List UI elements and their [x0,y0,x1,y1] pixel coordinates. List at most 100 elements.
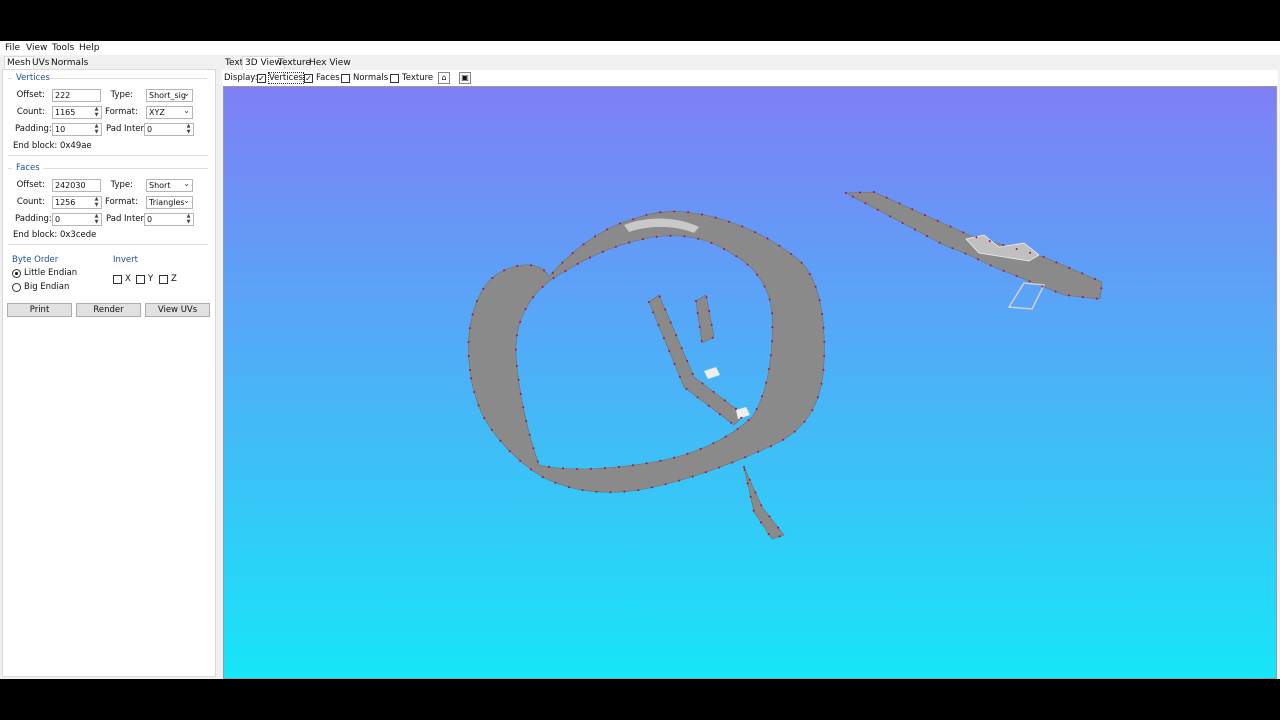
vertex-point [949,225,952,228]
home-icon[interactable]: ⌂ [438,72,450,84]
chevron-down-icon: ⌄ [183,89,190,98]
menu-view[interactable]: View [26,43,47,53]
3d-scene[interactable] [224,87,1277,679]
print-button[interactable]: Print [7,303,72,317]
render-button[interactable]: Render [76,303,141,317]
invert-x-label: X [125,274,131,284]
vertex-point [1041,285,1044,288]
spinner-arrows-icon[interactable]: ▲ ▼ [185,123,192,135]
faces-count-label: Count: [16,197,45,207]
menu-file[interactable]: File [5,43,20,53]
vertex-point [541,285,544,288]
vertex-point [823,340,826,343]
texture-checkbox[interactable] [390,74,399,83]
vertex-point [754,491,757,494]
vertex-point [499,439,502,442]
vertices-pad-inter-stepper[interactable]: 0 ▲ ▼ [144,123,194,136]
vertex-point [800,261,803,264]
faces-format-select[interactable]: Triangles ⌄ [146,196,193,209]
little-endian-label: Little Endian [24,268,78,278]
vertex-point [645,213,648,216]
vertex-point [590,467,592,470]
vertex-point [938,241,941,244]
invert-z-checkbox[interactable] [159,275,168,284]
vertex-point [536,460,539,463]
invert-z-label: Z [171,274,177,284]
vertex-point [664,483,667,486]
vertex-point [603,467,606,470]
vertex-point [708,310,711,312]
vertex-point [655,235,658,238]
vertex-point [1015,275,1018,277]
vertex-point [901,222,904,224]
3d-viewport[interactable] [223,86,1277,679]
vertex-point [778,244,781,247]
vertices-format-select[interactable]: XYZ ⌄ [146,106,193,119]
faces-offset-input[interactable]: 242030 [52,179,101,192]
vertex-point [696,312,699,315]
menu-help[interactable]: Help [79,43,100,53]
vertex-point [508,450,511,453]
vertices-offset-input[interactable]: 222 [52,89,101,102]
vertex-point [552,277,555,280]
vertex-point [710,242,713,244]
vertex-point [768,298,771,301]
vertex-point [530,468,532,471]
vertex-point [736,428,739,430]
faces-checkbox[interactable]: ✓ [304,74,313,83]
vertex-point [864,202,867,205]
vertex-point [769,445,772,448]
vertex-point [771,326,774,329]
vertex-point [652,311,655,314]
fit-view-icon[interactable]: ▣ [459,72,471,84]
vertices-checkbox[interactable]: ✓ [257,74,266,83]
vertex-point [686,452,689,455]
vertices-group-title: Vertices [16,73,50,83]
vertex-point [471,313,474,316]
vertex-point [988,240,991,243]
vertex-point [696,396,699,399]
vertex-point [691,372,694,375]
vertex-point [697,237,700,240]
vertex-point [571,252,574,255]
faces-type-select[interactable]: Short ⌄ [146,179,193,192]
vertex-point [1002,269,1005,272]
vertex-point [704,471,707,474]
spinner-arrows-icon[interactable]: ▲ ▼ [93,196,100,208]
spinner-arrows-icon[interactable]: ▲ ▼ [185,213,192,225]
vertices-count-stepper[interactable]: 1165 ▲ ▼ [52,106,102,119]
vertex-point [743,468,746,471]
spinner-arrows-icon[interactable]: ▲ ▼ [93,213,100,225]
vertices-padding-stepper[interactable]: 10 ▲ ▼ [52,123,102,136]
vertex-point [769,354,772,357]
tab-normals[interactable]: Normals [49,57,90,69]
vertex-point [964,252,967,255]
vertex-point [1081,296,1084,299]
vertex-point [519,320,522,323]
normals-checkbox[interactable] [341,74,350,83]
faces-count-stepper[interactable]: 1256 ▲ ▼ [52,196,102,209]
vertex-point [548,465,551,468]
vertex-point [989,264,992,267]
vertex-point [756,273,759,276]
vertices-type-label: Type: [110,90,133,100]
faces-padding-stepper[interactable]: 0 ▲ ▼ [52,213,102,226]
vertex-point [648,301,650,303]
vertex-point [789,252,792,255]
vertex-point [749,495,752,498]
vertex-point [723,248,726,251]
invert-y-checkbox[interactable] [136,275,145,284]
spinner-arrows-icon[interactable]: ▲ ▼ [93,123,100,135]
invert-x-checkbox[interactable] [113,275,122,284]
spinner-arrows-icon[interactable]: ▲ ▼ [93,106,100,118]
faces-pad-inter-stepper[interactable]: 0 ▲ ▼ [144,213,194,226]
faces-end-block: End block: 0x3cede [13,230,97,240]
tab-hex-view[interactable]: Hex View [307,57,353,69]
view-uvs-button[interactable]: View UVs [145,303,210,317]
faces-format-label: Format: [105,197,138,207]
little-endian-radio[interactable] [12,269,21,278]
vertex-point [470,377,473,380]
menu-tools[interactable]: Tools [52,43,74,53]
vertices-type-select[interactable]: Short_sig ⌄ [146,89,193,102]
big-endian-radio[interactable] [12,283,21,292]
